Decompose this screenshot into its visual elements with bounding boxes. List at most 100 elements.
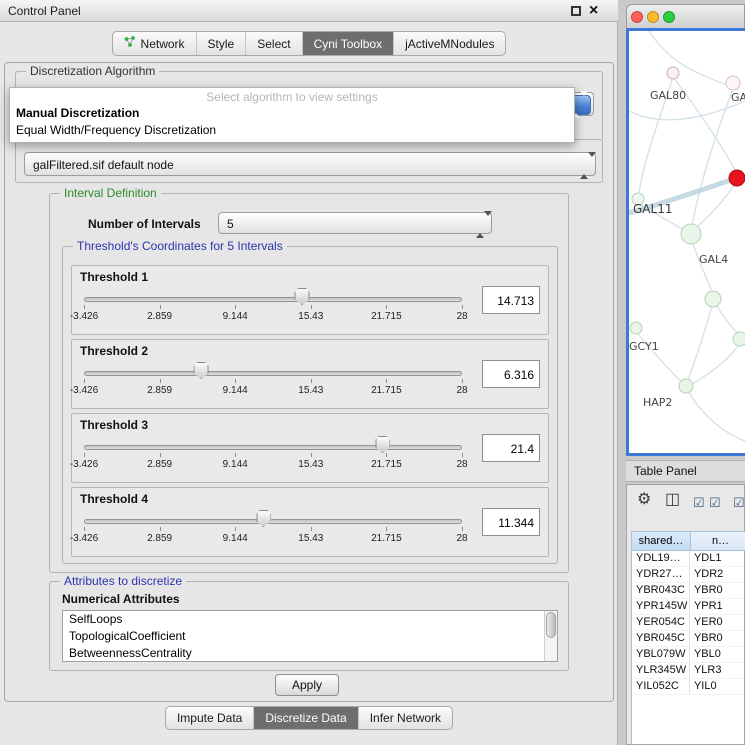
- threshold-slider[interactable]: -3.426 2.859 9.144 15.43 21.715 28: [84, 286, 462, 332]
- columns-icon[interactable]: ◫: [665, 491, 680, 509]
- table-cell[interactable]: YBR043C: [632, 583, 690, 598]
- table-cell[interactable]: YDL19…: [632, 551, 690, 566]
- table-data-group: Table Data galFiltered.sif default node: [15, 139, 603, 183]
- window-title: Control Panel: [8, 4, 81, 18]
- table-cell[interactable]: YDR27…: [632, 567, 690, 582]
- table-cell[interactable]: YBR0: [690, 583, 744, 598]
- table-cell[interactable]: YBR0: [690, 631, 744, 646]
- number-of-intervals-combobox[interactable]: 5: [218, 212, 492, 234]
- close-traffic-light-icon[interactable]: [631, 11, 643, 23]
- table-cell[interactable]: YIL0: [690, 679, 744, 694]
- tab-network[interactable]: Network: [113, 32, 196, 55]
- table-cell[interactable]: YLR3: [690, 663, 744, 678]
- table-cell[interactable]: YBL079W: [632, 647, 690, 662]
- slider-tick: [462, 379, 463, 383]
- threshold-value-field[interactable]: 11.344: [482, 508, 540, 536]
- slider-track[interactable]: [84, 297, 462, 302]
- table-row[interactable]: YBR043C YBR0: [632, 583, 744, 599]
- tab-style[interactable]: Style: [196, 32, 246, 55]
- slider-tick: [311, 453, 312, 457]
- list-item[interactable]: TopologicalCoefficient: [63, 628, 557, 645]
- tab-infer-network[interactable]: Infer Network: [358, 707, 452, 729]
- network-node[interactable]: [679, 379, 693, 393]
- slider-track[interactable]: [84, 371, 462, 376]
- table-cell[interactable]: YPR145W: [632, 599, 690, 614]
- zoom-traffic-light-icon[interactable]: [663, 11, 675, 23]
- gear-icon[interactable]: ⚙: [637, 491, 651, 509]
- scrollbar-thumb[interactable]: [546, 612, 556, 638]
- scale-label: 15.43: [298, 311, 323, 322]
- column-header-shared-name[interactable]: shared…: [631, 531, 691, 551]
- column-header-name[interactable]: n…: [691, 531, 745, 551]
- table-cell[interactable]: YDR2: [690, 567, 744, 582]
- table-row[interactable]: YPR145W YPR1: [632, 599, 744, 615]
- select-none-checkbox-icon[interactable]: ☑: [709, 494, 721, 512]
- popup-option-manual-discretization[interactable]: Manual Discretization: [10, 105, 574, 122]
- table-row[interactable]: YDR27… YDR2: [632, 567, 744, 583]
- slider-thumb[interactable]: [295, 288, 310, 305]
- close-icon[interactable]: ×: [589, 1, 598, 21]
- threshold-slider[interactable]: -3.426 2.859 9.144 15.43 21.715 28: [84, 360, 462, 406]
- tab-discretize-data[interactable]: Discretize Data: [253, 707, 357, 729]
- minimize-traffic-light-icon[interactable]: [647, 11, 659, 23]
- function-icon[interactable]: ☑: [733, 494, 745, 512]
- slider-track[interactable]: [84, 445, 462, 450]
- table-row[interactable]: YBR045C YBR0: [632, 631, 744, 647]
- table-row[interactable]: YLR345W YLR3: [632, 663, 744, 679]
- network-edge: [687, 389, 745, 441]
- tab-impute-data[interactable]: Impute Data: [166, 707, 253, 729]
- combobox-value: galFiltered.sif default node: [33, 158, 174, 172]
- network-canvas[interactable]: GAL80 GA GAL11 GAL4 GCY1 HAP2: [629, 31, 745, 453]
- table-data-combobox[interactable]: galFiltered.sif default node: [24, 152, 596, 176]
- table-cell[interactable]: YPR1: [690, 599, 744, 614]
- slider-thumb[interactable]: [375, 436, 390, 453]
- thresholds-group: Threshold's Coordinates for 5 Intervals …: [62, 246, 558, 564]
- threshold-label: Threshold 2: [80, 344, 148, 358]
- numerical-attributes-list[interactable]: SelfLoops TopologicalCoefficient Between…: [62, 610, 558, 662]
- list-scrollbar[interactable]: [544, 611, 557, 661]
- table-row[interactable]: YIL052C YIL0: [632, 679, 744, 695]
- network-node[interactable]: [630, 322, 642, 334]
- table-cell[interactable]: YDL1: [690, 551, 744, 566]
- list-item[interactable]: BetweennessCentrality: [63, 645, 557, 662]
- network-edge: [689, 343, 740, 386]
- table-panel-title: Table Panel: [634, 464, 697, 478]
- float-window-icon[interactable]: [571, 6, 581, 16]
- apply-button[interactable]: Apply: [275, 674, 339, 696]
- threshold-value-field[interactable]: 14.713: [482, 286, 540, 314]
- network-node[interactable]: [733, 332, 745, 346]
- scale-label: 15.43: [298, 533, 323, 544]
- slider-tick: [160, 453, 161, 457]
- tab-jactivemnodules[interactable]: jActiveMNodules: [393, 32, 505, 55]
- tab-select[interactable]: Select: [245, 32, 301, 55]
- table-cell[interactable]: YIL052C: [632, 679, 690, 694]
- threshold-slider[interactable]: -3.426 2.859 9.144 15.43 21.715 28: [84, 434, 462, 480]
- tab-cyni-toolbox[interactable]: Cyni Toolbox: [302, 32, 393, 55]
- list-item[interactable]: SelfLoops: [63, 611, 557, 628]
- table-cell[interactable]: YBL0: [690, 647, 744, 662]
- tab-segments: Network Style Select Cyni Toolbox jActiv…: [112, 31, 507, 56]
- network-node[interactable]: [667, 67, 679, 79]
- network-node-selected-red[interactable]: [729, 170, 745, 186]
- table-row[interactable]: YDL19… YDL1: [632, 551, 744, 567]
- table-cell[interactable]: YBR045C: [632, 631, 690, 646]
- threshold-slider[interactable]: -3.426 2.859 9.144 15.43 21.715 28: [84, 508, 462, 554]
- table-cell[interactable]: YER0: [690, 615, 744, 630]
- scale-label: 15.43: [298, 459, 323, 470]
- select-all-checkbox-icon[interactable]: ☑: [693, 494, 705, 512]
- network-node[interactable]: [681, 224, 701, 244]
- table-row[interactable]: YER054C YER0: [632, 615, 744, 631]
- table-cell[interactable]: YLR345W: [632, 663, 690, 678]
- table-cell[interactable]: YER054C: [632, 615, 690, 630]
- slider-thumb[interactable]: [256, 510, 271, 527]
- table-row[interactable]: YBL079W YBL0: [632, 647, 744, 663]
- network-node[interactable]: [726, 76, 740, 90]
- scale-label: 28: [456, 533, 467, 544]
- popup-option-equal-width-frequency[interactable]: Equal Width/Frequency Discretization: [10, 122, 574, 139]
- network-node[interactable]: [705, 291, 721, 307]
- threshold-value-field[interactable]: 6.316: [482, 360, 540, 388]
- slider-thumb[interactable]: [194, 362, 209, 379]
- slider-track[interactable]: [84, 519, 462, 524]
- threshold-panel-1: Threshold 1 -3.426 2.859: [71, 265, 549, 335]
- threshold-value-field[interactable]: 21.4: [482, 434, 540, 462]
